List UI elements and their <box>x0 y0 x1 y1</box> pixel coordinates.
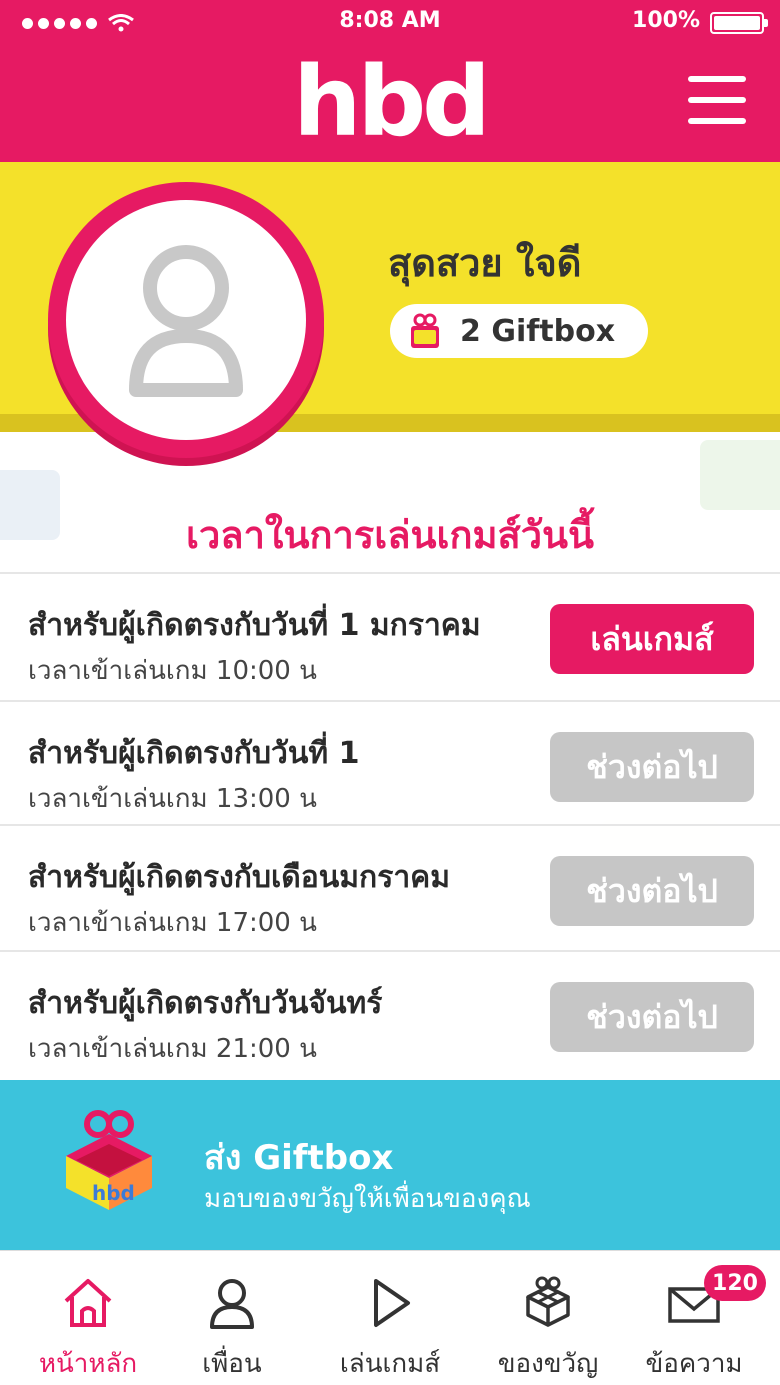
hbd-giftbox-icon: hbd <box>66 1110 152 1210</box>
nav-label: ของขวัญ <box>497 1349 599 1379</box>
home-icon <box>64 1279 112 1327</box>
row-title: สำหรับผู้เกิดตรงกับวันที่ 1 มกราคม <box>28 608 481 643</box>
nav-label: เล่นเกมส์ <box>339 1349 441 1379</box>
giftbox-count: 2 Giftbox <box>460 313 616 349</box>
banner-title: ส่ง Giftbox <box>204 1138 394 1178</box>
avatar[interactable] <box>48 182 324 466</box>
app-logo: hbd <box>293 46 491 158</box>
username: สุดสวย ใจดี <box>388 241 582 285</box>
nav-label: เพื่อน <box>202 1349 262 1379</box>
schedule-row: สำหรับผู้เกิดตรงกับวันที่ 1 เวลาเข้าเล่น… <box>0 700 780 826</box>
row-time: เวลาเข้าเล่นเกม 13:00 น <box>28 784 317 814</box>
message-count-badge: 120 <box>704 1265 766 1301</box>
friend-icon <box>210 1279 254 1329</box>
hamburger-menu-icon[interactable] <box>688 76 746 124</box>
giftbox-icon <box>411 313 439 348</box>
send-giftbox-banner[interactable]: hbd ส่ง Giftbox มอบของขวัญให้เพื่อนของคุ… <box>0 1080 780 1250</box>
next-round-button[interactable]: ช่วงต่อไป <box>550 732 754 802</box>
nav-label: หน้าหลัก <box>38 1349 138 1379</box>
play-icon <box>374 1279 410 1327</box>
row-title: สำหรับผู้เกิดตรงกับวันที่ 1 <box>28 736 360 771</box>
bottom-nav: หน้าหลัก เพื่อน เล่นเกมส์ ของขวัญ 120 ข้… <box>0 1250 780 1385</box>
row-title: สำหรับผู้เกิดตรงกับเดือนมกราคม <box>28 860 451 895</box>
banner-subtitle: มอบของขวัญให้เพื่อนของคุณ <box>204 1184 531 1214</box>
nav-play-game[interactable]: เล่นเกมส์ <box>312 1251 468 1385</box>
schedule-row: สำหรับผู้เกิดตรงกับเดือนมกราคม เวลาเข้าเ… <box>0 824 780 950</box>
nav-messages[interactable]: 120 ข้อความ <box>616 1251 772 1385</box>
row-time: เวลาเข้าเล่นเกม 17:00 น <box>28 908 317 938</box>
row-title: สำหรับผู้เกิดตรงกับวันจันทร์ <box>28 986 383 1021</box>
svg-text:hbd: hbd <box>92 1181 135 1205</box>
nav-friends[interactable]: เพื่อน <box>154 1251 310 1385</box>
nav-label: ข้อความ <box>645 1349 743 1379</box>
nav-home[interactable]: หน้าหลัก <box>10 1251 166 1385</box>
row-time: เวลาเข้าเล่นเกม 21:00 น <box>28 1034 317 1064</box>
section-title: เวลาในการเล่นเกมส์วันนี้ <box>185 513 595 557</box>
next-round-button[interactable]: ช่วงต่อไป <box>550 856 754 926</box>
background-decoration <box>700 440 780 510</box>
battery-percent: 100% <box>632 8 700 33</box>
user-placeholder-icon <box>129 245 243 397</box>
nav-gifts[interactable]: ของขวัญ <box>470 1251 626 1385</box>
row-time: เวลาเข้าเล่นเกม 10:00 น <box>28 656 317 686</box>
schedule-row: สำหรับผู้เกิดตรงกับวันจันทร์ เวลาเข้าเล่… <box>0 950 780 1076</box>
next-round-button[interactable]: ช่วงต่อไป <box>550 982 754 1052</box>
battery-icon <box>710 12 768 34</box>
gift-icon <box>526 1276 570 1327</box>
status-bar: 8:08 AM 100% <box>0 0 780 44</box>
app-header: 8:08 AM 100% hbd <box>0 0 780 162</box>
giftbox-counter[interactable]: 2 Giftbox <box>390 304 648 358</box>
schedule-row: สำหรับผู้เกิดตรงกับวันที่ 1 มกราคม เวลาเ… <box>0 572 780 698</box>
play-game-button[interactable]: เล่นเกมส์ <box>550 604 754 674</box>
